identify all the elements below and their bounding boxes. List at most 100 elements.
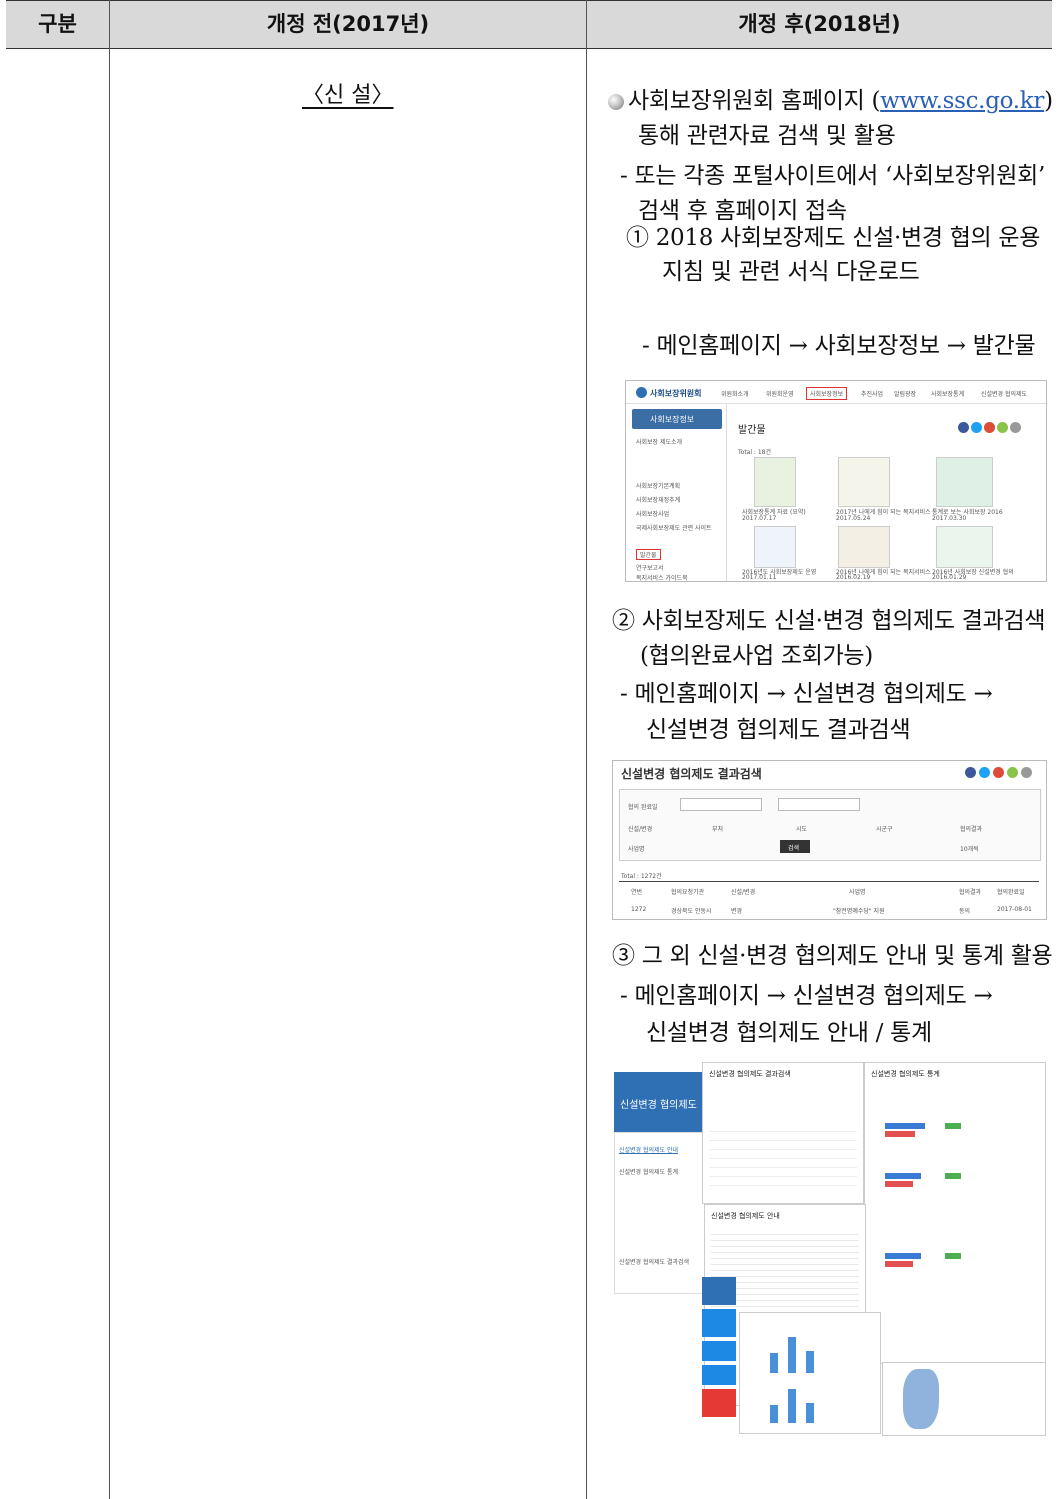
nav-item[interactable]: 신설변경 협의제도 [981,389,1027,398]
alt-line1: - 또는 각종 포털사이트에서 ‘사회보장위원회’ [620,163,1046,189]
intro-line: 사회보장위원회 홈페이지 (www.ssc.go.kr) 를 [608,85,1057,117]
collage-menu: 신설변경 협의제도 안내 신설변경 협의제도 통계 신설변경 협의제도 결과검색 [614,1132,706,1294]
collage-map-panel [882,1362,1046,1436]
result-select[interactable]: 협의결과 [960,824,982,833]
col-header: 협의완료일 [997,889,1025,896]
homepage-link[interactable]: www.ssc.go.kr [880,88,1044,114]
search-title: 신설변경 협의제도 결과검색 [621,767,762,781]
side-item[interactable]: 연구보고서 [636,563,664,572]
collage-menu-item[interactable]: 신설변경 협의제도 안내 [619,1145,678,1154]
collage-menu-item[interactable]: 신설변경 협의제도 결과검색 [619,1257,689,1266]
publications-screenshot: 사회보장위원회 위원회소개 위원회운영 사회보장정보 추진사업 알림광장 사회보… [625,380,1047,582]
share-icon[interactable] [997,422,1008,433]
step1-path: - 메인홈페이지 → 사회보장정보 → 발간물 [642,333,1036,359]
publication-date: 2017.07.17 [742,515,777,522]
publication-date: 2017.05.24 [836,515,871,522]
nav-item[interactable]: 알림광장 [894,389,916,398]
step3-line1: ③ 그 외 신설·변경 협의제도 안내 및 통계 활용 [612,943,1053,969]
collage-screenshot: 신설변경 협의제도 신설변경 협의제도 안내 신설변경 협의제도 통계 신설변경… [614,1062,1046,1436]
step3-path2: 신설변경 협의제도 안내 / 통계 [646,1020,932,1046]
project-label: 사업명 [628,846,645,853]
publication-date: 2017.01.11 [742,574,777,581]
table-cell: 2017-08-01 [997,906,1032,913]
column-divider [109,0,110,1499]
site-header: 사회보장위원회 위원회소개 위원회운영 사회보장정보 추진사업 알림광장 사회보… [626,381,1046,404]
side-item[interactable]: 사회보장 제도소개 [636,437,682,446]
share-icon[interactable] [1007,767,1018,778]
side-title: 사회보장정보 [650,415,695,424]
side-title-box: 사회보장정보 [632,409,722,429]
collage-bar-chart [739,1312,881,1434]
table-header: 구분 개정 전(2017년) 개정 후(2018년) [6,0,1052,49]
header-after: 개정 후(2018년) [738,12,901,36]
step2-line2: (협의완료사업 조회가능) [640,643,873,669]
print-icon[interactable] [1021,767,1032,778]
twitter-icon[interactable] [979,767,990,778]
publication-date: 2016.02.19 [836,574,871,581]
search-form: 협의 완료일 신설/변경 부처 시도 시군구 협의결과 사업명 검색 10개씩 [619,789,1041,861]
side-item[interactable]: 국제사회보장제도 관련 사이트 [636,523,712,532]
side-item[interactable]: 복지서비스 가이드북 [636,573,688,581]
end-date-input[interactable] [778,798,860,811]
nav-item[interactable]: 사회보장통계 [931,389,964,398]
date-label: 협의 완료일 [628,804,658,811]
col-header: 연번 [631,889,643,896]
col-header: 협의요청기관 [671,889,705,896]
bullet-icon [608,94,624,110]
step2-line1: ② 사회보장제도 신설·변경 협의제도 결과검색 [612,608,1046,634]
col-header: 사업명 [849,889,866,896]
publication-cover[interactable] [838,457,890,507]
total-count: Total : 1272건 [621,873,662,880]
publication-cover[interactable] [754,526,796,568]
type-select[interactable]: 신설/변경 [628,824,652,833]
nav-item[interactable]: 위원회운영 [766,389,794,398]
publication-cover[interactable] [936,457,993,507]
page-title: 발간물 [738,425,766,436]
collage-panel-stats: 신설변경 협의제도 통계 [864,1062,1046,1364]
publication-cover[interactable] [754,457,796,507]
intro-line2: 통해 관련자료 검색 및 활용 [638,123,896,149]
site-logo: 사회보장위원회 [650,389,702,398]
nav-item-active[interactable]: 사회보장정보 [806,387,848,400]
publication-date: 2017.03.30 [932,515,967,522]
publication-cover[interactable] [838,526,890,568]
ministry-select[interactable]: 부처 [712,824,723,833]
col-header: 신설/변경 [731,889,756,896]
side-divider [726,403,727,581]
table-cell: 동의 [959,908,971,915]
side-item[interactable]: 사회보장기본계획 [636,481,680,490]
step2-path1: - 메인홈페이지 → 신설변경 협의제도 → [620,681,993,707]
logo-icon [636,387,647,398]
collage-menu-item[interactable]: 신설변경 협의제도 통계 [619,1167,678,1176]
step1-line2: 지침 및 관련 서식 다운로드 [662,259,920,285]
googleplus-icon[interactable] [993,767,1004,778]
twitter-icon[interactable] [971,422,982,433]
step2-path2: 신설변경 협의제도 결과검색 [646,717,911,743]
googleplus-icon[interactable] [984,422,995,433]
search-button[interactable]: 검색 [780,840,810,853]
table-cell: 1272 [631,906,647,913]
side-item[interactable]: 사회보장재정추계 [636,495,680,504]
side-item[interactable]: 사회보장사업 [636,509,669,518]
table-rule [619,881,1039,882]
publication-date: 2016.01.29 [932,574,967,581]
header-before: 개정 전(2017년) [266,12,430,36]
province-select[interactable]: 시도 [796,824,807,833]
table-cell[interactable]: "참전명예수당" 지원 [833,906,885,915]
side-item-active[interactable]: 발간물 [636,549,661,560]
facebook-icon[interactable] [965,767,976,778]
collage-side-title-box: 신설변경 협의제도 [614,1072,704,1132]
publication-cover[interactable] [936,526,993,568]
collage-side-title: 신설변경 협의제도 [620,1100,697,1111]
facebook-icon[interactable] [958,422,969,433]
table-cell: 변경 [731,908,743,915]
col-header: 협의결과 [959,889,982,896]
page-size-select[interactable]: 10개씩 [960,844,979,853]
step1-line1: ① 2018 사회보장제도 신설·변경 협의 운용 [626,225,1041,251]
nav-item[interactable]: 추진사업 [861,389,883,398]
nav-item[interactable]: 위원회소개 [721,389,749,398]
start-date-input[interactable] [680,798,762,811]
header-category: 구분 [38,12,77,36]
city-select[interactable]: 시군구 [876,824,893,833]
print-icon[interactable] [1010,422,1021,433]
